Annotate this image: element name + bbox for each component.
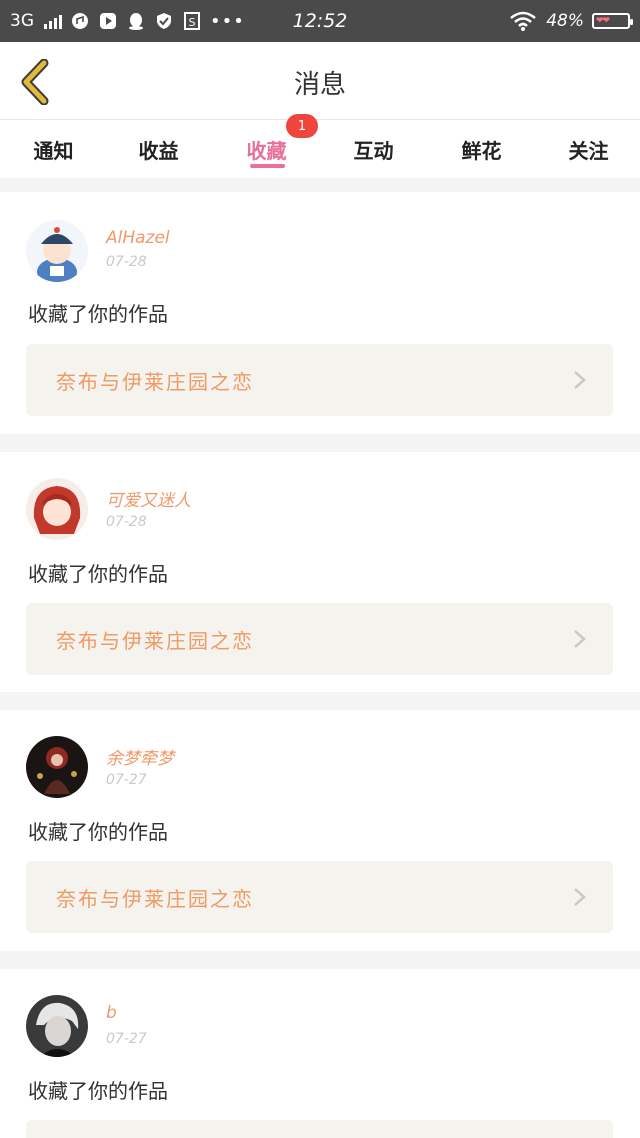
status-bar: 3G S ••• 12:52 48% ❤❤ — [0, 0, 640, 42]
tab-label: 互动 — [353, 138, 394, 163]
action-text: 收藏了你的作品 — [28, 1079, 168, 1103]
tab-label: 收藏 — [246, 138, 287, 163]
username[interactable]: AlHazel — [106, 228, 170, 248]
work-title: 奈布与伊莱庄园之恋 — [56, 629, 254, 653]
tab-interactions[interactable]: 互动 — [320, 120, 427, 178]
svg-text:S: S — [189, 16, 196, 29]
work-title: 奈布与伊莱庄园之恋 — [56, 370, 254, 394]
back-button[interactable] — [10, 54, 60, 110]
video-app-icon — [98, 11, 118, 31]
tab-earnings[interactable]: 收益 — [105, 120, 212, 178]
message-card: 可爱又迷人 07-28 收藏了你的作品 奈布与伊莱庄园之恋 — [0, 452, 640, 692]
chevron-right-icon — [574, 888, 586, 906]
avatar[interactable] — [26, 995, 88, 1057]
more-notifications-icon: ••• — [210, 10, 245, 32]
tab-label: 通知 — [33, 138, 74, 163]
tab-notifications[interactable]: 通知 — [0, 120, 107, 178]
shield-icon — [154, 11, 174, 31]
message-card: AlHazel 07-28 收藏了你的作品 奈布与伊莱庄园之恋 — [0, 192, 640, 434]
work-link[interactable]: 奈布与伊莱庄园之恋 — [26, 861, 613, 933]
action-text: 收藏了你的作品 — [28, 302, 168, 326]
message-card: b 07-27 收藏了你的作品 — [0, 969, 640, 1138]
back-arrow-icon — [21, 59, 49, 105]
work-link[interactable]: 奈布与伊莱庄园之恋 — [26, 603, 613, 675]
wifi-icon — [508, 11, 538, 31]
work-title: 奈布与伊莱庄园之恋 — [56, 887, 254, 911]
work-link[interactable] — [26, 1120, 613, 1138]
username[interactable]: b — [106, 1003, 117, 1023]
message-date: 07-27 — [106, 772, 147, 788]
signal-icon — [44, 13, 62, 29]
chevron-right-icon — [574, 371, 586, 389]
action-text: 收藏了你的作品 — [28, 562, 168, 586]
tab-label: 收益 — [138, 138, 179, 163]
message-date: 07-28 — [106, 514, 147, 530]
tab-follows[interactable]: 关注 — [535, 120, 640, 178]
battery-percent: 48% — [546, 11, 584, 31]
avatar[interactable] — [26, 478, 88, 540]
unread-badge: 1 — [286, 114, 318, 138]
page-title: 消息 — [293, 70, 346, 100]
message-card: 余梦牵梦 07-27 收藏了你的作品 奈布与伊莱庄园之恋 — [0, 710, 640, 951]
header: 消息 — [0, 42, 640, 120]
tab-bar: 通知 收益 收藏 互动 鲜花 关注 — [0, 120, 640, 178]
work-link[interactable]: 奈布与伊莱庄园之恋 — [26, 344, 613, 416]
tab-flowers[interactable]: 鲜花 — [428, 120, 535, 178]
network-type: 3G — [10, 11, 34, 31]
avatar[interactable] — [26, 736, 88, 798]
message-date: 07-27 — [106, 1031, 147, 1047]
active-tab-indicator — [250, 164, 285, 168]
sim-icon: S — [182, 11, 202, 31]
tab-label: 鲜花 — [461, 138, 502, 163]
battery-icon: ❤❤ — [592, 13, 633, 29]
chevron-right-icon — [574, 630, 586, 648]
music-app-icon — [70, 11, 90, 31]
app-root: 3G S ••• 12:52 48% ❤❤ 消息 通知 收益 收藏 互动 鲜花 … — [0, 0, 640, 1138]
tab-label: 关注 — [568, 138, 609, 163]
action-text: 收藏了你的作品 — [28, 820, 168, 844]
avatar[interactable] — [26, 220, 88, 282]
username[interactable]: 可爱又迷人 — [106, 486, 191, 511]
message-date: 07-28 — [106, 254, 147, 270]
username[interactable]: 余梦牵梦 — [106, 744, 174, 769]
qq-icon — [126, 11, 146, 31]
